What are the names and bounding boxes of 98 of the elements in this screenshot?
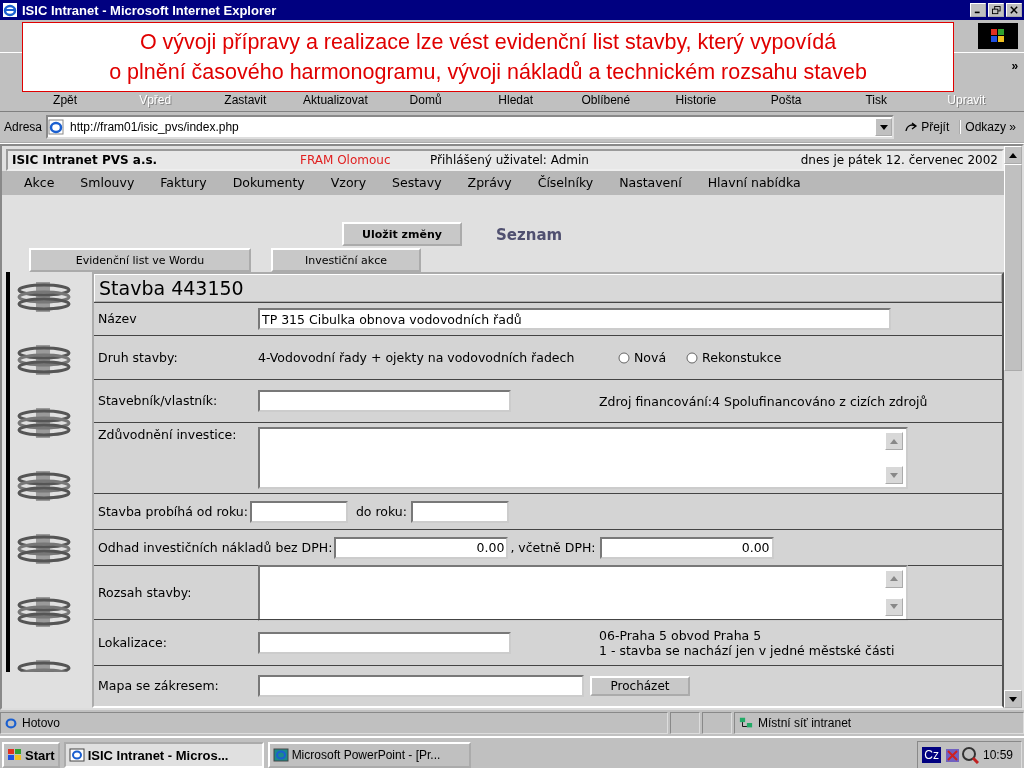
toolbar-button[interactable]: Zpět bbox=[20, 93, 111, 107]
menu-item[interactable]: Zprávy bbox=[467, 175, 512, 191]
info-text: 4-Vodovodní řady + ojekty na vodovodních řadech bbox=[258, 350, 576, 365]
list-link[interactable]: Seznam bbox=[496, 226, 563, 246]
address-label: Adresa bbox=[4, 120, 43, 134]
links-button[interactable]: Odkazy » bbox=[959, 120, 1020, 134]
windows-logo-icon bbox=[978, 23, 1018, 49]
year-field[interactable] bbox=[411, 500, 509, 523]
address-field[interactable]: http://fram01/isic_pvs/index.php bbox=[46, 115, 895, 139]
go-button[interactable]: Přejít bbox=[898, 120, 956, 134]
status-panel bbox=[702, 712, 732, 734]
toolbar-button[interactable]: Zastavit bbox=[200, 93, 291, 107]
window-title: ISIC Intranet - Microsoft Internet Explorer bbox=[22, 2, 277, 18]
scroll-down-button[interactable] bbox=[1004, 690, 1022, 708]
address-url: http://fram01/isic_pvs/index.php bbox=[70, 120, 239, 134]
zone-text: Místní síť intranet bbox=[734, 712, 1024, 734]
down-arrow-icon bbox=[890, 472, 898, 478]
toolbar-button[interactable]: Oblíbené bbox=[560, 93, 651, 107]
field-label: do roku: bbox=[355, 504, 407, 519]
field-label: , včetně DPH: bbox=[510, 540, 596, 555]
page-icon bbox=[48, 119, 65, 135]
menu-item[interactable]: Hlavní nabídka bbox=[707, 175, 801, 191]
close-icon bbox=[1010, 6, 1018, 14]
menu-item[interactable]: Smlouvy bbox=[80, 175, 135, 191]
menu-item[interactable]: Akce bbox=[24, 175, 55, 191]
arrow-icon bbox=[904, 121, 919, 133]
more-chevron[interactable]: » bbox=[1011, 59, 1019, 73]
company-name: ISIC Intranet PVS a.s. bbox=[12, 152, 159, 167]
field-label: Druh stavby: bbox=[97, 349, 179, 366]
language-indicator[interactable]: Cz bbox=[922, 747, 941, 763]
up-arrow-icon bbox=[1009, 152, 1017, 158]
toolbar-button[interactable]: Hledat bbox=[470, 93, 561, 107]
app-icon bbox=[272, 748, 289, 762]
scroll-thumb[interactable] bbox=[1004, 164, 1022, 371]
logged-user: Přihlášený uživatel: Admin bbox=[430, 152, 589, 167]
menu-item[interactable]: Sestavy bbox=[392, 175, 442, 191]
menu-item[interactable]: Nastavení bbox=[619, 175, 682, 191]
field-label: Odhad investičních nákladů bez DPH: bbox=[97, 539, 333, 556]
branch-name: FRAM Olomouc bbox=[300, 152, 392, 167]
text-field[interactable]: TP 315 Cibulka obnova vodovodních řadů bbox=[258, 308, 891, 330]
save-button[interactable]: Uložit změny bbox=[342, 222, 462, 246]
minimize-button[interactable] bbox=[970, 3, 986, 17]
restore-button[interactable] bbox=[988, 3, 1004, 17]
vertical-scrollbar[interactable] bbox=[1004, 146, 1022, 708]
clock: 10:59 bbox=[982, 748, 1013, 762]
dropdown-button[interactable] bbox=[875, 118, 893, 136]
form-title: Stavba 443150 bbox=[94, 274, 1002, 302]
status-text: Hotovo bbox=[0, 712, 668, 734]
toolbar-button[interactable]: Historie bbox=[650, 93, 741, 107]
tab-button[interactable]: Investiční akce bbox=[271, 248, 421, 272]
toolbar-button[interactable]: Domů bbox=[380, 93, 471, 107]
restore-icon bbox=[991, 5, 1001, 15]
cost-field[interactable]: 0.00 bbox=[334, 536, 509, 559]
down-arrow-icon bbox=[890, 604, 898, 609]
caret-icon bbox=[879, 124, 888, 130]
tab-button[interactable]: Evidenční list ve Wordu bbox=[29, 248, 251, 272]
date-text: dnes je pátek 12. červenec 2002 bbox=[800, 152, 998, 167]
browser-icon bbox=[2, 2, 18, 18]
info-text: 06-Praha 5 obvod Praha 5 1 - stavba se nachází jen v jedné městské části bbox=[599, 627, 896, 658]
field-label: Lokalizace: bbox=[97, 634, 168, 651]
browse-button[interactable]: Procházet bbox=[590, 676, 690, 696]
text-field[interactable] bbox=[258, 390, 511, 412]
file-field[interactable] bbox=[258, 675, 584, 697]
toolbar-button[interactable]: Aktualizovat bbox=[290, 93, 381, 107]
windows-flag-icon bbox=[7, 748, 23, 762]
field-label: Rozsah stavby: bbox=[97, 584, 193, 601]
down-arrow-icon bbox=[1009, 696, 1017, 702]
taskbar-button[interactable]: ISIC Intranet - Micros... bbox=[63, 742, 264, 768]
tray-icons[interactable] bbox=[944, 746, 979, 764]
cost-field[interactable]: 0.00 bbox=[599, 536, 774, 559]
toolbar-button[interactable]: Tisk bbox=[831, 93, 922, 107]
taskbar-button[interactable]: Microsoft PowerPoint - [Pr... bbox=[267, 742, 471, 768]
up-arrow-icon bbox=[890, 438, 898, 444]
callout-text: O vývoji přípravy a realizace lze vést evidenční list stavby, který vypovídá bbox=[139, 29, 837, 56]
text-field[interactable] bbox=[258, 631, 511, 654]
field-label: Zdůvodnění investice: bbox=[97, 427, 238, 443]
field-label: Název bbox=[97, 311, 138, 327]
menu-item[interactable]: Číselníky bbox=[537, 175, 594, 191]
menu-item[interactable]: Dokumenty bbox=[232, 175, 305, 191]
field-label: Stavebník/vlastník: bbox=[97, 393, 219, 409]
menu-item[interactable]: Faktury bbox=[160, 175, 207, 191]
app-icon bbox=[68, 748, 85, 762]
network-icon bbox=[738, 716, 754, 730]
callout-text: o plnění časového harmonogramu, vývoji nákladů a technickém rozsahu staveb bbox=[109, 59, 867, 86]
toolbar-button[interactable]: Pošta bbox=[741, 93, 832, 107]
status-panel bbox=[670, 712, 700, 734]
start-button[interactable]: Start bbox=[2, 742, 60, 768]
year-field[interactable] bbox=[249, 500, 348, 523]
close-button[interactable] bbox=[1006, 3, 1022, 17]
menu-item[interactable]: Vzory bbox=[330, 175, 367, 191]
field-label: Mapa se zákresem: bbox=[97, 678, 220, 694]
radio-option[interactable]: Nová bbox=[618, 350, 667, 365]
page-icon bbox=[4, 716, 18, 730]
scroll-up-button[interactable] bbox=[1004, 146, 1022, 164]
field-label: Stavba probíhá od roku: bbox=[97, 503, 248, 520]
radio-option[interactable]: Rekonstukce bbox=[686, 350, 782, 365]
up-arrow-icon bbox=[890, 576, 898, 581]
info-text: Zdroj financování:4 Spolufinancováno z cizích zdrojů bbox=[599, 393, 929, 409]
